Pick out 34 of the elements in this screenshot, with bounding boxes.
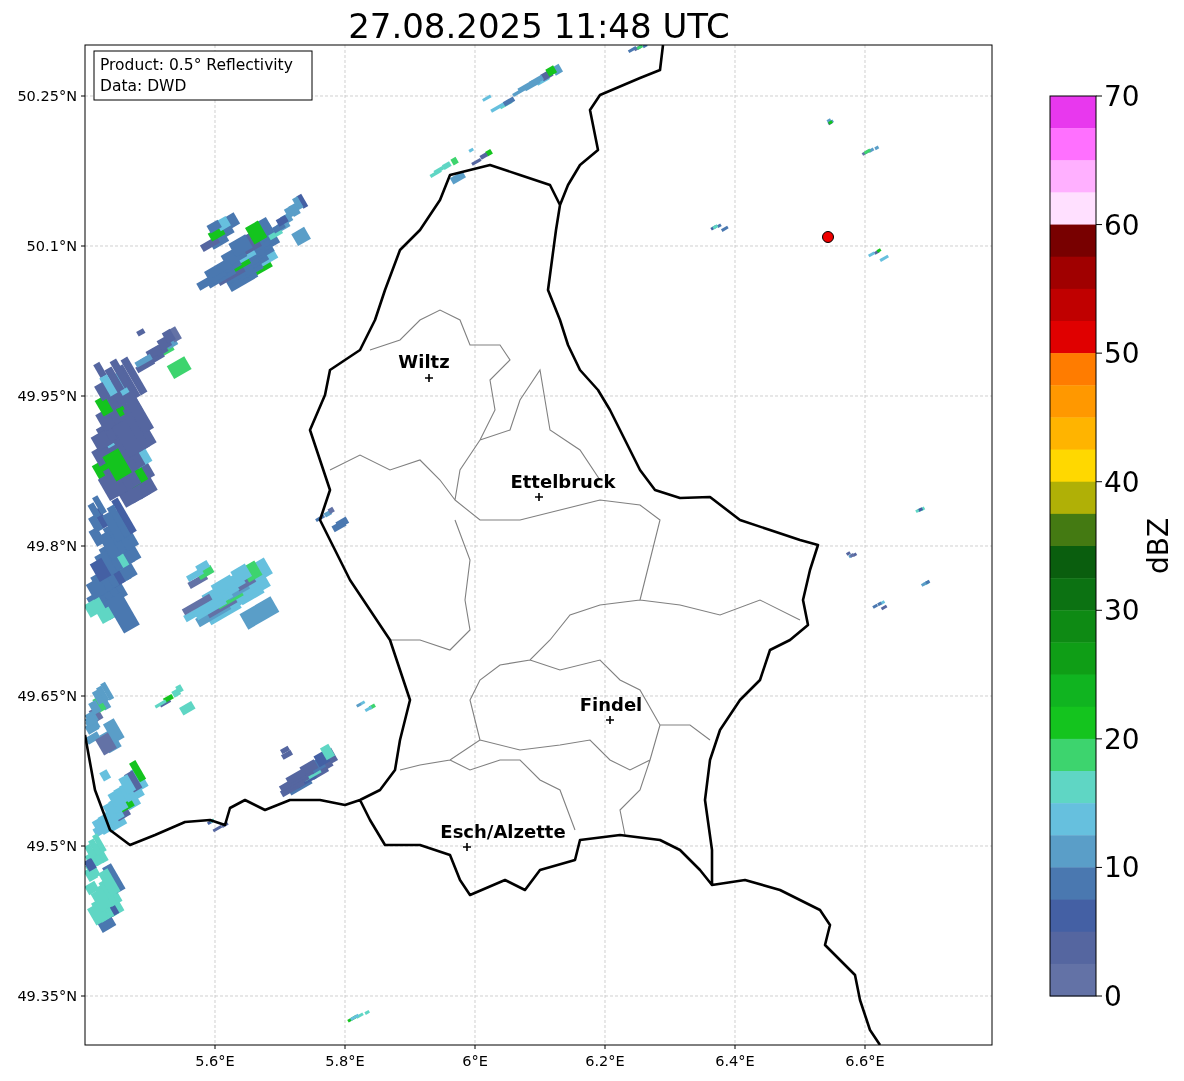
chart-title: 27.08.2025 11:48 UTC: [348, 6, 730, 46]
colorbar-tick-label: 0: [1104, 980, 1122, 1013]
colorbar-tick-label: 40: [1104, 465, 1140, 499]
info-text: Data: DWD: [100, 77, 187, 95]
city-marker-icon: [424, 373, 434, 383]
axis-tick-label: 49.65°N: [17, 688, 77, 704]
axis-tick-label: 6.4°E: [715, 1053, 755, 1069]
axis-tick-label: 50.1°N: [26, 238, 77, 254]
colorbar-tick-label: 20: [1104, 722, 1140, 756]
colorbar-tick-label: 70: [1104, 80, 1140, 113]
city-marker-icon: [534, 492, 544, 502]
colorbar-tick-label: 30: [1104, 594, 1140, 628]
axis-tick-label: 49.95°N: [17, 388, 77, 404]
axis-tick-label: 6°E: [462, 1053, 488, 1069]
colorbar-tick-label: 50: [1104, 337, 1140, 371]
city-label: Wiltz: [398, 351, 450, 372]
city-label: Esch/Alzette: [440, 821, 566, 842]
axis-tick-label: 5.8°E: [325, 1053, 365, 1069]
axis-tick-label: 49.35°N: [17, 988, 77, 1004]
axis-tick-label: 6.2°E: [585, 1053, 625, 1069]
colorbar-label: dBZ: [1142, 517, 1175, 575]
axis-tick-label: 5.6°E: [195, 1053, 235, 1069]
axis-tick-label: 49.5°N: [26, 838, 77, 854]
city-marker-icon: [605, 715, 615, 725]
city-marker-icon: [462, 842, 472, 852]
info-text: Product: 0.5° Reflectivity: [100, 56, 293, 74]
axis-tick-label: 49.8°N: [26, 538, 77, 554]
colorbar-tick-label: 60: [1104, 208, 1140, 242]
city-label: Ettelbruck: [510, 471, 616, 492]
axis-tick-label: 6.6°E: [845, 1053, 885, 1069]
colorbar-tick-label: 10: [1104, 851, 1140, 885]
axis-tick-label: 50.25°N: [17, 88, 77, 104]
location-marker: [822, 231, 834, 243]
city-label: Findel: [579, 694, 643, 715]
